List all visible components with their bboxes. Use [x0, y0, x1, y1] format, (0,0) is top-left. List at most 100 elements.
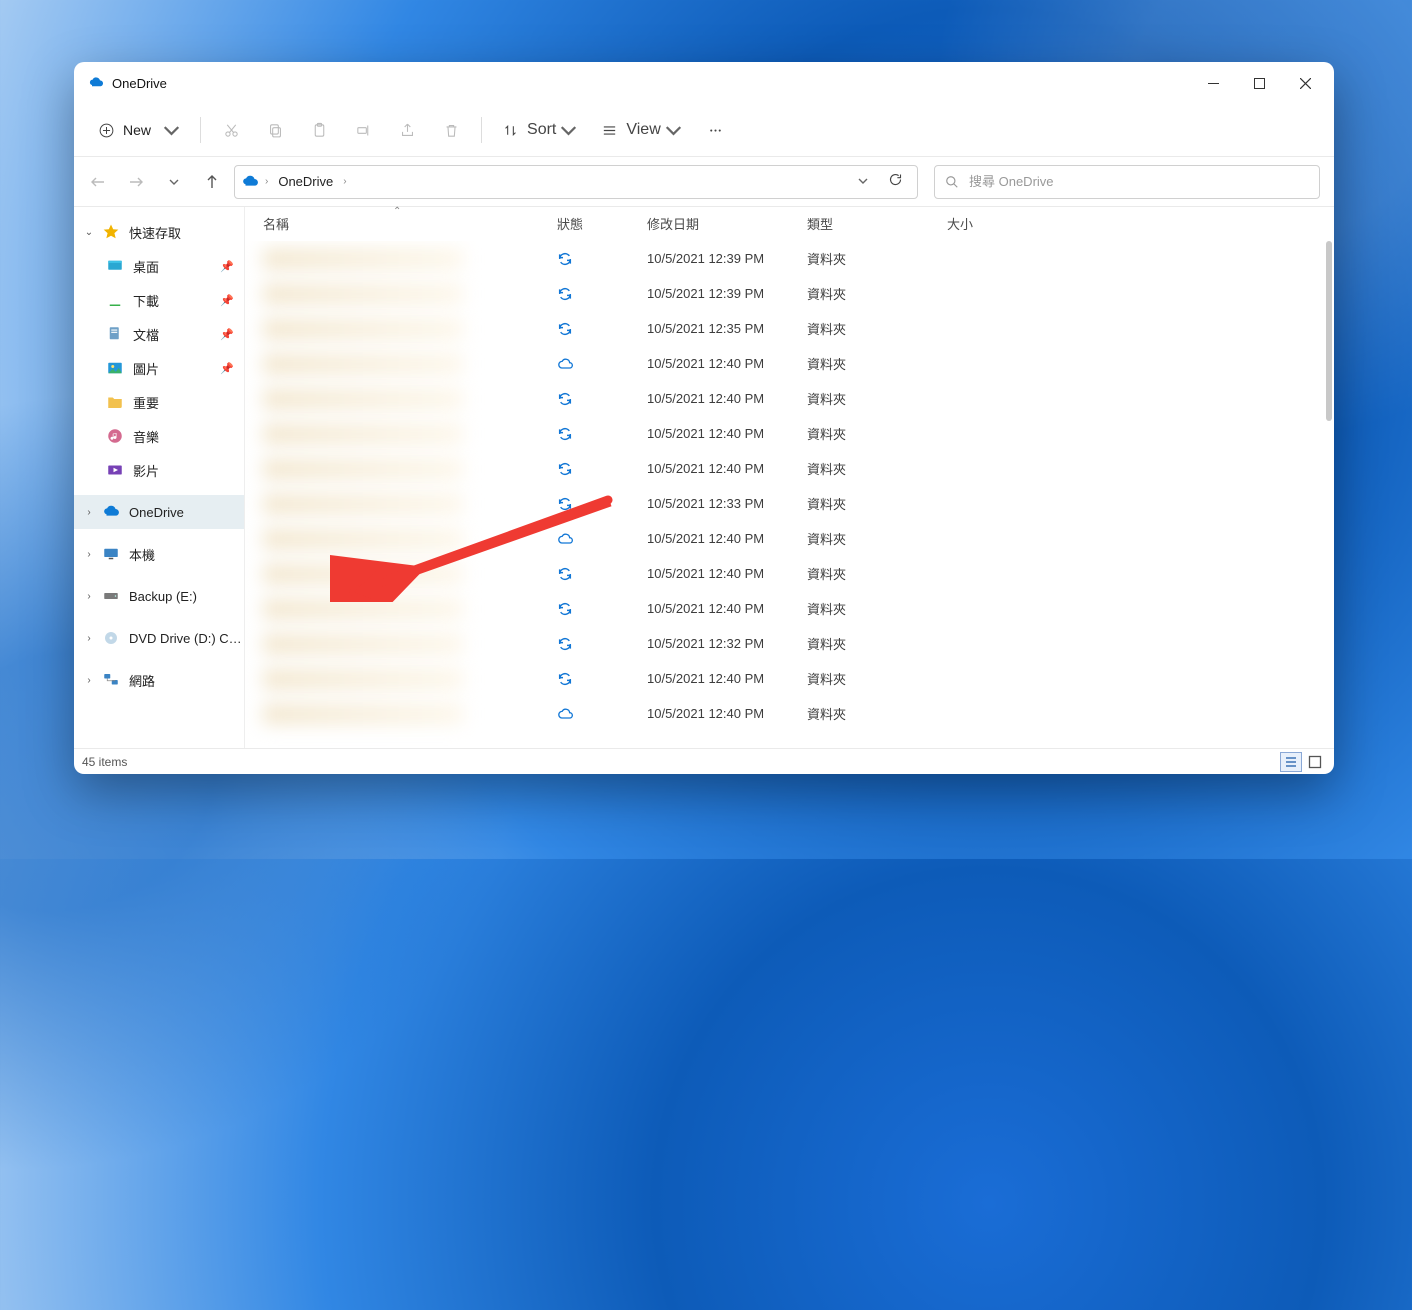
sidebar-important[interactable]: 重要: [74, 385, 244, 419]
rename-button[interactable]: [343, 112, 383, 148]
minimize-button[interactable]: [1190, 67, 1236, 99]
table-row[interactable]: 10/5/2021 12:32 PM資料夾: [245, 626, 1334, 661]
cell-status: [549, 591, 639, 626]
delete-button[interactable]: [431, 112, 471, 148]
cell-name: [245, 556, 549, 591]
view-details-button[interactable]: [1280, 752, 1302, 772]
sidebar-label: 網路: [129, 671, 244, 690]
column-header-status[interactable]: 狀態: [549, 207, 639, 240]
cell-date: 10/5/2021 12:40 PM: [639, 556, 799, 591]
file-list[interactable]: 10/5/2021 12:39 PM資料夾10/5/2021 12:39 PM資…: [245, 241, 1334, 748]
sidebar-dvd-drive[interactable]: › DVD Drive (D:) CPRA: [74, 621, 244, 655]
view-button[interactable]: View: [591, 112, 691, 148]
share-button[interactable]: [387, 112, 427, 148]
scrollbar[interactable]: [1320, 241, 1334, 748]
search-input[interactable]: [969, 174, 1309, 189]
sort-button[interactable]: Sort: [492, 112, 587, 148]
cell-name: [245, 381, 549, 416]
new-button[interactable]: New: [88, 112, 190, 148]
pictures-icon: [106, 359, 124, 377]
table-row[interactable]: 10/5/2021 12:40 PM資料夾: [245, 591, 1334, 626]
cell-type: 資料夾: [799, 381, 939, 416]
chevron-right-icon: ›: [82, 675, 96, 686]
drive-icon: [102, 587, 120, 605]
sidebar-label: Backup (E:): [129, 589, 244, 604]
nav-history-button[interactable]: [158, 166, 190, 198]
view-label: View: [626, 121, 660, 139]
table-row[interactable]: 10/5/2021 12:40 PM資料夾: [245, 521, 1334, 556]
cell-status: [549, 451, 639, 486]
titlebar: OneDrive: [74, 62, 1334, 104]
music-icon: [106, 427, 124, 445]
more-button[interactable]: [696, 112, 736, 148]
cell-size: [939, 381, 1059, 416]
sidebar-backup-drive[interactable]: › Backup (E:): [74, 579, 244, 613]
sidebar-pictures[interactable]: 圖片 📌: [74, 351, 244, 385]
column-label: 類型: [807, 214, 833, 233]
breadcrumb-onedrive[interactable]: OneDrive: [274, 174, 337, 189]
cell-date: 10/5/2021 12:40 PM: [639, 661, 799, 696]
cell-type: 資料夾: [799, 661, 939, 696]
table-row[interactable]: 10/5/2021 12:40 PM資料夾: [245, 346, 1334, 381]
maximize-button[interactable]: [1236, 67, 1282, 99]
column-header-name[interactable]: 名稱⌃: [245, 207, 549, 240]
sidebar-music[interactable]: 音樂: [74, 419, 244, 453]
address-box[interactable]: › OneDrive ›: [234, 165, 918, 199]
search-icon: [945, 175, 959, 189]
table-row[interactable]: 10/5/2021 12:40 PM資料夾: [245, 696, 1334, 731]
sidebar-network[interactable]: › 網路: [74, 663, 244, 697]
table-row[interactable]: 10/5/2021 12:39 PM資料夾: [245, 241, 1334, 276]
sidebar-this-pc[interactable]: › 本機: [74, 537, 244, 571]
close-button[interactable]: [1282, 67, 1328, 99]
file-pane: 名稱⌃ 狀態 修改日期 類型 大小 10/5/2021 12:39 PM資料夾1…: [244, 207, 1334, 748]
divider: [200, 117, 201, 143]
sidebar-desktop[interactable]: 桌面 📌: [74, 249, 244, 283]
folder-icon: [106, 393, 124, 411]
table-row[interactable]: 10/5/2021 12:35 PM資料夾: [245, 311, 1334, 346]
chevron-right-icon: ›: [82, 633, 96, 644]
sidebar-label: 文檔: [133, 325, 214, 344]
cell-name: [245, 451, 549, 486]
copy-button[interactable]: [255, 112, 295, 148]
window-title: OneDrive: [112, 76, 167, 91]
table-row[interactable]: 10/5/2021 12:40 PM資料夾: [245, 556, 1334, 591]
column-header-type[interactable]: 類型: [799, 207, 939, 240]
cell-name: [245, 661, 549, 696]
pin-icon: 📌: [220, 362, 238, 375]
cut-button[interactable]: [211, 112, 251, 148]
table-row[interactable]: 10/5/2021 12:33 PM資料夾: [245, 486, 1334, 521]
view-large-button[interactable]: [1304, 752, 1326, 772]
cell-size: [939, 626, 1059, 661]
nav-up-button[interactable]: [196, 166, 228, 198]
refresh-button[interactable]: [880, 172, 911, 192]
sidebar-onedrive[interactable]: › OneDrive: [74, 495, 244, 529]
paste-button[interactable]: [299, 112, 339, 148]
cell-size: [939, 451, 1059, 486]
cell-type: 資料夾: [799, 521, 939, 556]
scroll-thumb[interactable]: [1326, 241, 1332, 421]
sidebar-documents[interactable]: 文檔 📌: [74, 317, 244, 351]
nav-back-button[interactable]: [82, 166, 114, 198]
search-box[interactable]: [934, 165, 1320, 199]
address-dropdown-button[interactable]: [850, 173, 876, 191]
cell-date: 10/5/2021 12:40 PM: [639, 451, 799, 486]
pin-icon: 📌: [220, 260, 238, 273]
nav-forward-button[interactable]: [120, 166, 152, 198]
chevron-right-icon: ›: [82, 507, 96, 518]
cell-type: 資料夾: [799, 311, 939, 346]
cell-name: [245, 486, 549, 521]
table-row[interactable]: 10/5/2021 12:39 PM資料夾: [245, 276, 1334, 311]
column-header-size[interactable]: 大小: [939, 207, 1059, 240]
chevron-down-icon: [163, 122, 180, 139]
column-header-date[interactable]: 修改日期: [639, 207, 799, 240]
table-row[interactable]: 10/5/2021 12:40 PM資料夾: [245, 381, 1334, 416]
sidebar-downloads[interactable]: 下載 📌: [74, 283, 244, 317]
cell-name: [245, 591, 549, 626]
column-headers: 名稱⌃ 狀態 修改日期 類型 大小: [245, 207, 1334, 241]
table-row[interactable]: 10/5/2021 12:40 PM資料夾: [245, 661, 1334, 696]
cell-type: 資料夾: [799, 241, 939, 276]
table-row[interactable]: 10/5/2021 12:40 PM資料夾: [245, 416, 1334, 451]
sidebar-quick-access[interactable]: ⌄ 快速存取: [74, 215, 244, 249]
sidebar-videos[interactable]: 影片: [74, 453, 244, 487]
table-row[interactable]: 10/5/2021 12:40 PM資料夾: [245, 451, 1334, 486]
